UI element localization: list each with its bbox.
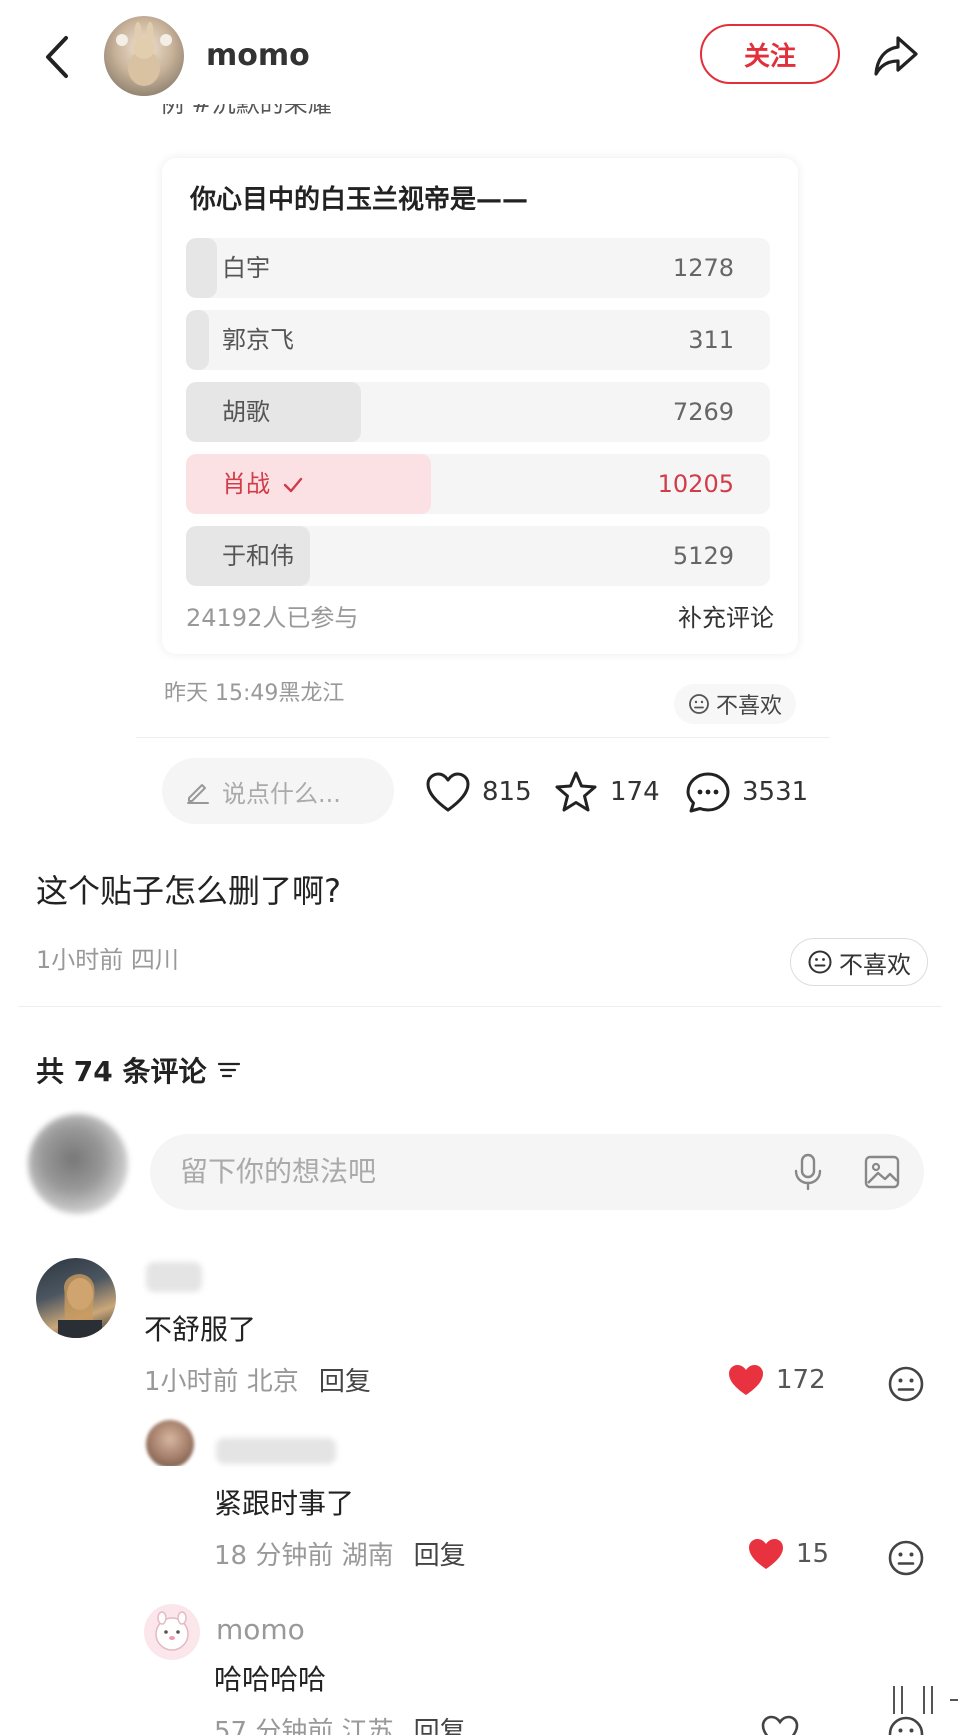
- image-icon[interactable]: [862, 1152, 902, 1192]
- meh-face-icon: [689, 694, 709, 714]
- poll-option[interactable]: 白宇 1278: [186, 238, 770, 298]
- comment-dislike-icon[interactable]: [886, 1538, 926, 1578]
- post-timestamp-location: 昨天 15:49黑龙江: [164, 681, 345, 706]
- share-icon: [874, 36, 918, 76]
- comment-text: 紧跟时事了: [214, 1487, 355, 1520]
- comment-like-count: 172: [776, 1365, 826, 1395]
- comment-like-count: 15: [796, 1539, 830, 1569]
- comment-count-label: 共 74 条评论: [36, 1055, 207, 1088]
- poll-option-label: 于和伟: [222, 542, 294, 570]
- comment-time: 57 分钟前 江苏: [214, 1717, 394, 1735]
- heart-outline-icon: [426, 772, 470, 812]
- follow-button[interactable]: 关注: [700, 24, 840, 84]
- poll-option-count: 1278: [672, 254, 734, 282]
- comment-count: 3531: [742, 777, 809, 807]
- divider: [136, 737, 830, 738]
- comment-dislike-icon[interactable]: [886, 1364, 926, 1404]
- poll-option-fill: [186, 382, 362, 442]
- poll-option-label: 胡歌: [222, 398, 270, 426]
- reply-button[interactable]: 回复: [319, 1367, 371, 1397]
- poll-option[interactable]: 郭京飞 311: [186, 310, 770, 370]
- poll-card: 你心目中的白玉兰视帝是—— 白宇 1278 郭京飞 311 胡歌 7269 肖战…: [162, 158, 798, 654]
- poll-option-fill: [186, 310, 210, 370]
- heart-outline-icon[interactable]: [760, 1714, 800, 1735]
- comment-like-button[interactable]: 15: [746, 1536, 829, 1572]
- commenter-avatar[interactable]: [36, 1258, 116, 1338]
- like-count: 815: [482, 777, 532, 807]
- commenter-avatar[interactable]: [146, 1420, 194, 1468]
- poll-option-count: 311: [688, 326, 734, 354]
- avatar-mask: [130, 1466, 370, 1480]
- checkmark-icon: [283, 477, 302, 493]
- collect-button[interactable]: 174: [552, 770, 660, 814]
- current-user-avatar: [28, 1114, 128, 1214]
- cut-off-post-text: 例 #沉默的荣耀: [160, 104, 332, 118]
- dislike-label: 不喜欢: [839, 950, 911, 979]
- comment-input[interactable]: 留下你的想法吧: [150, 1134, 924, 1210]
- poll-option-count: 10205: [657, 470, 734, 498]
- comment-meta: 1小时前 北京 回复: [144, 1362, 371, 1402]
- share-button[interactable]: [870, 30, 922, 82]
- cut-off-row: 57 分钟前 江苏 回复: [0, 1712, 960, 1735]
- heart-filled-icon: [729, 1365, 763, 1395]
- portrait-icon: [58, 1274, 102, 1338]
- cartoon-character-icon: [155, 1611, 189, 1651]
- poll-add-comment-link[interactable]: 补充评论: [678, 598, 774, 638]
- poll-option-label: 肖战: [222, 454, 304, 514]
- post-comment-input[interactable]: 说点什么...: [162, 758, 394, 824]
- sort-lines-icon: [218, 1062, 241, 1078]
- comment-input-placeholder: 留下你的想法吧: [180, 1155, 377, 1188]
- comment-sort-toggle[interactable]: 共 74 条评论: [36, 1050, 242, 1090]
- comment-timestamp-location: 1小时前 四川: [36, 946, 179, 974]
- comment-like-button[interactable]: 172: [726, 1362, 826, 1398]
- microphone-icon[interactable]: [790, 1152, 826, 1192]
- collect-count: 174: [610, 777, 660, 807]
- comment-meta: 18 分钟前 湖南 回复: [214, 1536, 466, 1576]
- comment-text: 哈哈哈哈: [214, 1663, 327, 1696]
- comment-text: 不舒服了: [144, 1313, 257, 1346]
- comment-button[interactable]: 3531: [684, 770, 808, 814]
- poll-option-label-text: 肖战: [222, 470, 270, 498]
- poll-participants: 24192人已参与: [186, 604, 359, 632]
- poll-option-label: 白宇: [222, 254, 270, 282]
- poll-option[interactable]: 胡歌 7269: [186, 382, 770, 442]
- author-avatar[interactable]: [104, 16, 184, 96]
- reply-button[interactable]: 回复: [414, 1717, 466, 1735]
- comment-time: 1小时前 北京: [144, 1367, 299, 1397]
- author-name[interactable]: momo: [206, 34, 310, 78]
- poll-title: 你心目中的白玉兰视帝是——: [190, 185, 529, 215]
- author-reply-avatar[interactable]: [144, 1604, 200, 1660]
- scroll-indicator-icon: [893, 1686, 958, 1714]
- poll-option-fill: [186, 238, 217, 298]
- divider: [18, 1006, 942, 1007]
- meh-face-icon: [808, 950, 832, 974]
- star-outline-icon: [555, 771, 597, 812]
- post-dislike-button[interactable]: 不喜欢: [674, 684, 797, 724]
- like-button[interactable]: 815: [424, 770, 532, 814]
- comment-time: 18 分钟前 湖南: [214, 1541, 394, 1571]
- heart-filled-icon: [749, 1539, 783, 1569]
- poll-option-label: 郭京飞: [222, 326, 294, 354]
- dislike-button[interactable]: 不喜欢: [790, 938, 928, 986]
- reply-button[interactable]: 回复: [414, 1541, 466, 1571]
- comment-text-main: 这个贴子怎么删了啊?: [36, 872, 341, 910]
- chat-bubble-icon: [686, 772, 730, 813]
- post-comment-placeholder: 说点什么...: [222, 779, 341, 808]
- pencil-icon: [187, 784, 209, 804]
- post-dislike-label: 不喜欢: [716, 694, 783, 719]
- chevron-left-icon: [46, 36, 68, 78]
- comment-meta: 57 分钟前 江苏 回复: [214, 1712, 466, 1735]
- back-button[interactable]: [38, 32, 78, 82]
- rabbit-figure-icon: [116, 22, 172, 86]
- poll-option[interactable]: 于和伟 5129: [186, 526, 770, 586]
- author-reply-name[interactable]: momo: [216, 1610, 305, 1650]
- blurred-username[interactable]: [216, 1438, 336, 1464]
- poll-option-selected[interactable]: 肖战 10205: [186, 454, 770, 514]
- poll-option-count: 5129: [672, 542, 734, 570]
- blurred-username[interactable]: [146, 1262, 202, 1292]
- poll-option-count: 7269: [672, 398, 734, 426]
